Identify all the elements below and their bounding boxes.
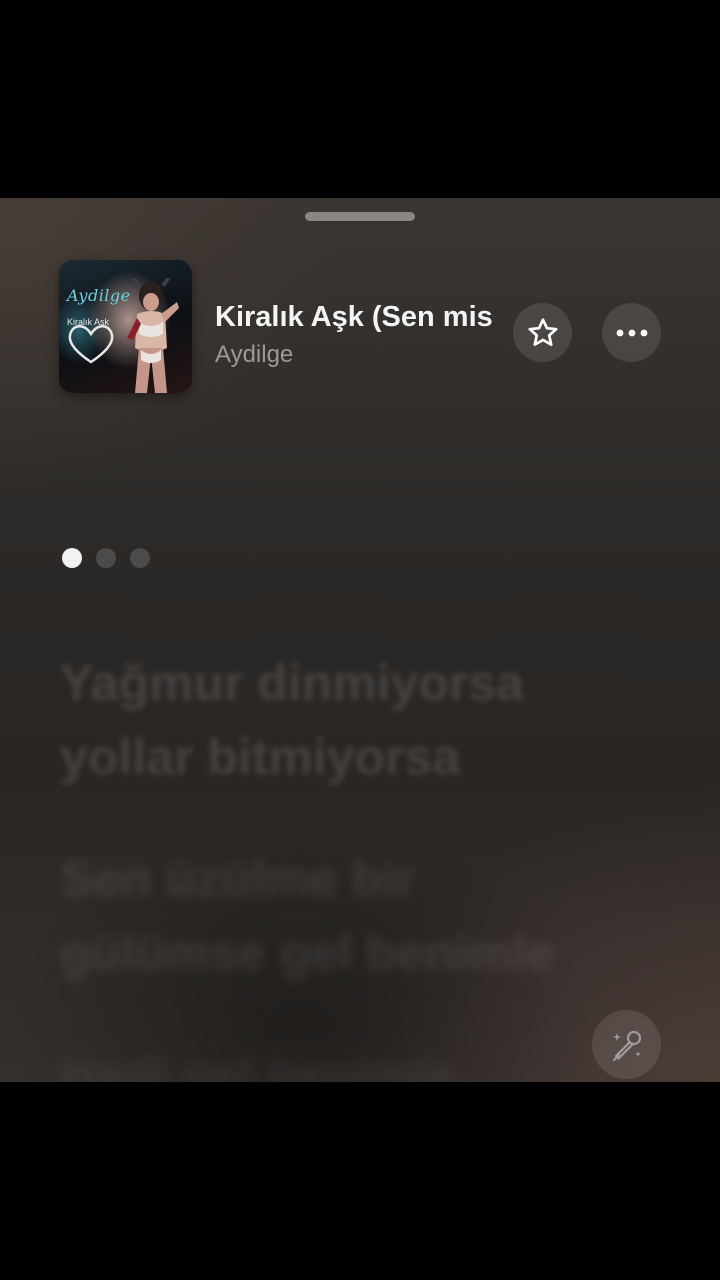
sheet-grabber[interactable] (305, 212, 415, 221)
artwork-artist-script: Aydilge (67, 286, 131, 305)
page-dot-1[interactable] (62, 548, 82, 568)
song-artist[interactable]: Aydilge (215, 341, 293, 369)
screen: Aydilge Kiralık Aşk Kiralık Aşk (Sen mis… (0, 0, 720, 1280)
album-artwork[interactable]: Aydilge Kiralık Aşk (59, 260, 192, 393)
song-title[interactable]: Kiralık Aşk (Sen mis (215, 301, 503, 334)
favorite-button[interactable] (513, 303, 572, 362)
page-dot-3[interactable] (130, 548, 150, 568)
lyric-block[interactable]: Yağmur dinmiyorsa yollar bitmiyorsa (60, 646, 680, 794)
ellipsis-icon (616, 329, 647, 336)
now-playing-sheet: Aydilge Kiralık Aşk Kiralık Aşk (Sen mis… (0, 198, 720, 1082)
lyrics-view[interactable]: Yağmur dinmiyorsa yollar bitmiyorsa Sen … (60, 646, 680, 1082)
lyric-line: Yağmur dinmiyorsa (60, 655, 525, 711)
star-outline-icon (527, 317, 558, 346)
artwork-album-text: Kiralık Aşk (67, 317, 110, 327)
lyric-line: Hadi gel benimle (60, 1047, 458, 1082)
lyric-block[interactable]: Hadi gel benimle (60, 1038, 680, 1082)
page-indicator[interactable] (62, 548, 150, 568)
lyric-line: Sen üzülme bir (60, 851, 416, 907)
microphone-sparkle-icon (612, 1030, 641, 1061)
lyric-line: yollar bitmiyorsa (60, 729, 461, 785)
page-dot-2[interactable] (96, 548, 116, 568)
sing-along-button[interactable] (592, 1010, 661, 1079)
lyric-block[interactable]: Sen üzülme bir gülümse gel benimle (60, 842, 680, 990)
more-options-button[interactable] (602, 303, 661, 362)
lyric-line: gülümse gel benimle (60, 925, 555, 981)
